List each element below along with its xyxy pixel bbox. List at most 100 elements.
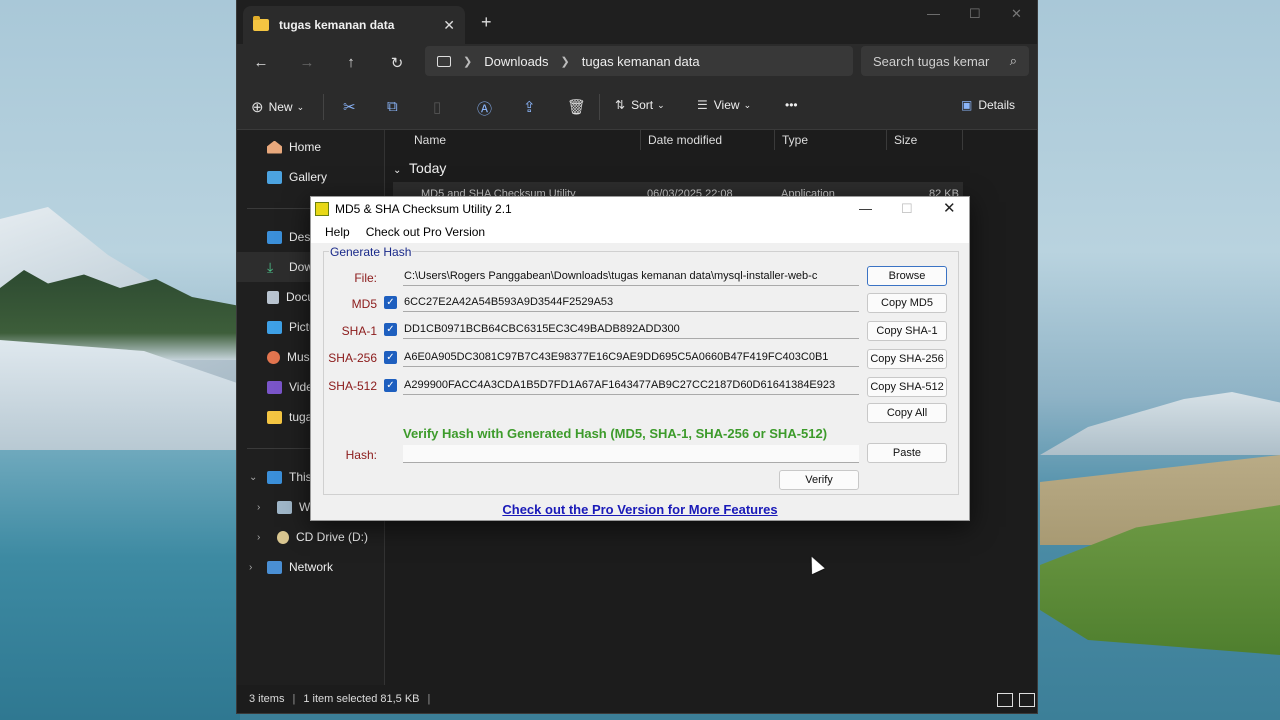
gallery-icon [267, 170, 282, 184]
chevron-down-icon: ⌄ [296, 101, 305, 112]
dialog-title: MD5 & SHA Checksum Utility 2.1 [335, 202, 512, 216]
menu-help[interactable]: Help [325, 225, 350, 239]
chevron-right-icon[interactable]: › [257, 502, 260, 513]
chevron-down-icon: ⌄ [393, 165, 402, 176]
md5-checkbox[interactable]: ✓ [384, 296, 397, 309]
minimize-icon[interactable]: — [859, 201, 872, 216]
sort-icon: ⇅ [615, 98, 626, 112]
nav-item-network[interactable]: › Network [237, 552, 384, 582]
up-arrow-icon[interactable]: ↑ [341, 54, 361, 71]
this-pc-icon [437, 55, 451, 67]
copy-sha512-button[interactable]: Copy SHA-512 [867, 377, 947, 397]
dialog-titlebar: MD5 & SHA Checksum Utility 2.1 — ☐ ✕ [311, 197, 969, 221]
back-arrow-icon[interactable]: ← [251, 54, 271, 71]
browse-button[interactable]: Browse [867, 266, 947, 286]
sha512-field[interactable]: A299900FACC4A3CDA1B5D7FD1A67AF1643477AB9… [403, 377, 859, 395]
nav-item-label: Network [289, 560, 334, 574]
details-view-icon[interactable] [997, 693, 1013, 707]
menu-pro-version[interactable]: Check out Pro Version [366, 225, 485, 239]
tab-current-folder[interactable]: tugas kemanan data ✕ [243, 6, 465, 44]
paste-button[interactable]: Paste [867, 443, 947, 463]
documents-icon [267, 290, 279, 304]
nav-item-home[interactable]: Home [237, 132, 384, 162]
copy-sha1-button[interactable]: Copy SHA-1 [867, 321, 947, 341]
copy-sha256-button[interactable]: Copy SHA-256 [867, 349, 947, 369]
sha512-checkbox[interactable]: ✓ [384, 379, 397, 392]
column-header-size[interactable]: Size [887, 130, 963, 150]
chevron-right-icon: ❯ [463, 55, 473, 68]
breadcrumb-downloads[interactable]: Downloads [484, 54, 548, 69]
close-window-icon[interactable]: ✕ [1011, 6, 1022, 22]
paste-icon[interactable]: ▯ [433, 98, 441, 116]
app-logo-icon [315, 202, 329, 216]
nav-item-label: tuga [289, 410, 313, 424]
view-button[interactable]: ☰ View ⌄ [697, 98, 751, 112]
maximize-icon[interactable]: ☐ [901, 201, 913, 217]
close-dialog-icon[interactable]: ✕ [943, 199, 956, 217]
cd-drive-icon [277, 530, 289, 544]
view-icon: ☰ [697, 98, 708, 112]
folder-icon [253, 16, 269, 31]
close-tab-icon[interactable]: ✕ [443, 17, 455, 34]
network-icon [267, 560, 282, 574]
desktop-icon [267, 230, 282, 244]
copy-icon[interactable]: ⧉ [387, 98, 398, 115]
nav-item-gallery[interactable]: Gallery [237, 162, 384, 192]
more-options-icon[interactable]: ••• [785, 98, 798, 112]
chevron-right-icon[interactable]: › [249, 562, 252, 573]
delete-icon[interactable]: 🗑 [567, 98, 586, 116]
minimize-icon[interactable]: — [927, 6, 940, 21]
tiles-view-icon[interactable] [1019, 693, 1035, 707]
status-item-count: 3 items [249, 693, 285, 705]
copy-all-button[interactable]: Copy All [867, 403, 947, 423]
status-selection: 1 item selected 81,5 KB [303, 693, 420, 705]
md5-field[interactable]: 6CC27E2A42A54B593A9D3544F2529A53 [403, 294, 859, 312]
group-header-today[interactable]: ⌄ Today [393, 160, 446, 176]
new-label: New [268, 100, 293, 114]
tab-title: tugas kemanan data [279, 18, 395, 32]
chevron-down-icon[interactable]: ⌄ [249, 472, 257, 483]
dialog-menu-bar: Help Check out Pro Version [311, 221, 969, 243]
nav-item-cd-drive[interactable]: › CD Drive (D:) [237, 522, 384, 552]
breadcrumb-current[interactable]: tugas kemanan data [582, 54, 700, 69]
sha256-checkbox[interactable]: ✓ [384, 351, 397, 364]
sort-button[interactable]: ⇅ Sort ⌄ [615, 98, 665, 112]
videos-icon [267, 380, 282, 394]
column-header-date[interactable]: Date modified [641, 130, 775, 150]
rename-icon[interactable]: Ⓐ [477, 98, 492, 119]
view-label: View [713, 98, 740, 112]
search-input[interactable]: Search tugas kemar ⌕ [861, 46, 1029, 76]
sha1-label: SHA-1 [341, 324, 377, 338]
sha256-field[interactable]: A6E0A905DC3081C97B7C43E98377E16C9AE9DD69… [403, 349, 859, 367]
file-path-field[interactable]: C:\Users\Rogers Panggabean\Downloads\tug… [403, 268, 859, 286]
copy-md5-button[interactable]: Copy MD5 [867, 293, 947, 313]
verify-button[interactable]: Verify [779, 470, 859, 490]
cut-icon[interactable]: ✂ [343, 98, 356, 116]
new-button[interactable]: ⊕ New ⌄ [251, 98, 304, 116]
chevron-down-icon: ⌄ [657, 99, 665, 110]
drive-icon [277, 500, 292, 514]
forward-arrow-icon[interactable]: → [297, 54, 317, 71]
group-label: Today [409, 160, 447, 176]
new-tab-icon[interactable]: + [481, 12, 492, 33]
refresh-icon[interactable]: ↻ [387, 54, 407, 72]
chevron-right-icon: ❯ [560, 55, 570, 68]
hash-input[interactable] [403, 445, 859, 463]
details-label: Details [978, 98, 1016, 112]
verify-section-title: Verify Hash with Generated Hash (MD5, SH… [403, 426, 828, 441]
command-bar: ⊕ New ⌄ ✂ ⧉ ▯ Ⓐ ⇪ 🗑 ⇅ Sort ⌄ ☰ View ⌄ ••… [237, 84, 1037, 130]
pro-version-link[interactable]: Check out the Pro Version for More Featu… [311, 502, 969, 517]
details-button[interactable]: ▣ Details [961, 98, 1015, 112]
maximize-icon[interactable]: ☐ [969, 6, 981, 22]
status-bar: 3 items | 1 item selected 81,5 KB | [237, 685, 1037, 713]
chevron-right-icon[interactable]: › [257, 532, 260, 543]
md5-label: MD5 [351, 297, 377, 311]
column-header-name[interactable]: Name [407, 130, 641, 150]
sha1-checkbox[interactable]: ✓ [384, 323, 397, 336]
column-header-type[interactable]: Type [775, 130, 887, 150]
share-icon[interactable]: ⇪ [523, 98, 536, 116]
sha1-field[interactable]: DD1CB0971BCB64CBC6315EC3C49BADB892ADD300 [403, 321, 859, 339]
sha256-label: SHA-256 [328, 351, 377, 365]
address-bar[interactable]: ❯ Downloads ❯ tugas kemanan data [425, 46, 853, 76]
sha512-label: SHA-512 [328, 379, 377, 393]
